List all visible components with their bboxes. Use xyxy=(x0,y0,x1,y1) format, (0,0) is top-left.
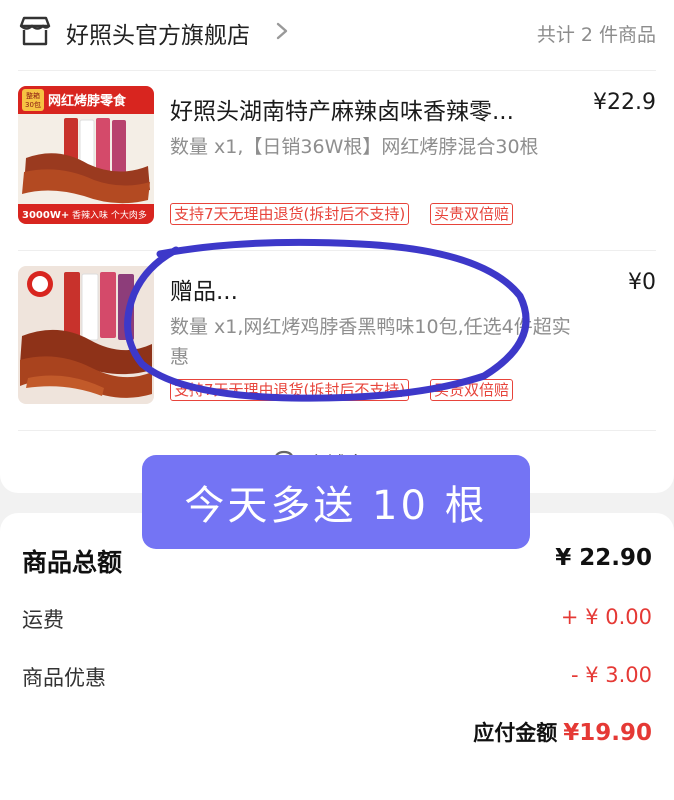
product-image: 整箱 30包 网红烤脖零食 3000W+ 香辣入味 个大肉多 xyxy=(18,86,154,224)
item-count: 共计 2 件商品 xyxy=(536,24,656,46)
price-summary-card: 商品总额 ¥ 22.90 运费 + ¥ 0.00 商品优惠 - ¥ 3.00 应… xyxy=(0,513,674,800)
subtotal-value: ¥ 22.90 xyxy=(555,545,652,571)
return-policy-tag: 支持7天无理由退货(拆封后不支持) xyxy=(170,203,410,225)
amount-due: 应付金额 ¥19.90 xyxy=(473,717,652,747)
product-thumbnail[interactable]: 整箱 30包 网红烤脖零食 3000W+ 香辣入味 个大肉多 xyxy=(18,86,154,224)
svg-text:香辣入味 个大肉多: 香辣入味 个大肉多 xyxy=(72,209,147,221)
product-price: ¥22.9 xyxy=(593,90,656,115)
discount-value: - ¥ 3.00 xyxy=(570,663,652,687)
chevron-right-icon[interactable] xyxy=(274,22,290,40)
shipping-label: 运费 xyxy=(22,608,64,632)
store-icon xyxy=(19,16,51,46)
divider xyxy=(18,430,656,431)
order-items-card: 好照头官方旗舰店 共计 2 件商品 整箱 30包 网红烤脖零食 3000W+ 香… xyxy=(0,0,674,493)
product-spec: 数量 x1,【日销36W根】网红烤脖混合30根 xyxy=(170,136,539,158)
thumb-badge-line1: 整箱 xyxy=(26,91,40,100)
divider xyxy=(18,70,656,71)
store-header[interactable]: 好照头官方旗舰店 共计 2 件商品 xyxy=(0,0,674,62)
hand-drawn-circle-annotation xyxy=(124,238,530,402)
store-name[interactable]: 好照头官方旗舰店 xyxy=(66,16,250,50)
thumb-title: 网红烤脖零食 xyxy=(48,93,127,109)
gift-product-price: ¥0 xyxy=(628,270,656,295)
amount-due-value: ¥19.90 xyxy=(563,720,652,746)
price-guarantee-tag: 买贵双倍赔 xyxy=(430,203,514,225)
shipping-value: + ¥ 0.00 xyxy=(560,605,652,629)
discount-label: 商品优惠 xyxy=(22,666,106,690)
thumb-badge-line2: 30包 xyxy=(25,100,41,109)
amount-due-label: 应付金额 xyxy=(473,721,558,745)
promo-overlay-banner: 今天多送 10 根 xyxy=(142,455,530,549)
subtotal-label: 商品总额 xyxy=(22,548,123,577)
svg-text:3000W+: 3000W+ xyxy=(22,210,69,221)
product-title[interactable]: 好照头湖南特产麻辣卤味香辣零... xyxy=(170,92,514,126)
